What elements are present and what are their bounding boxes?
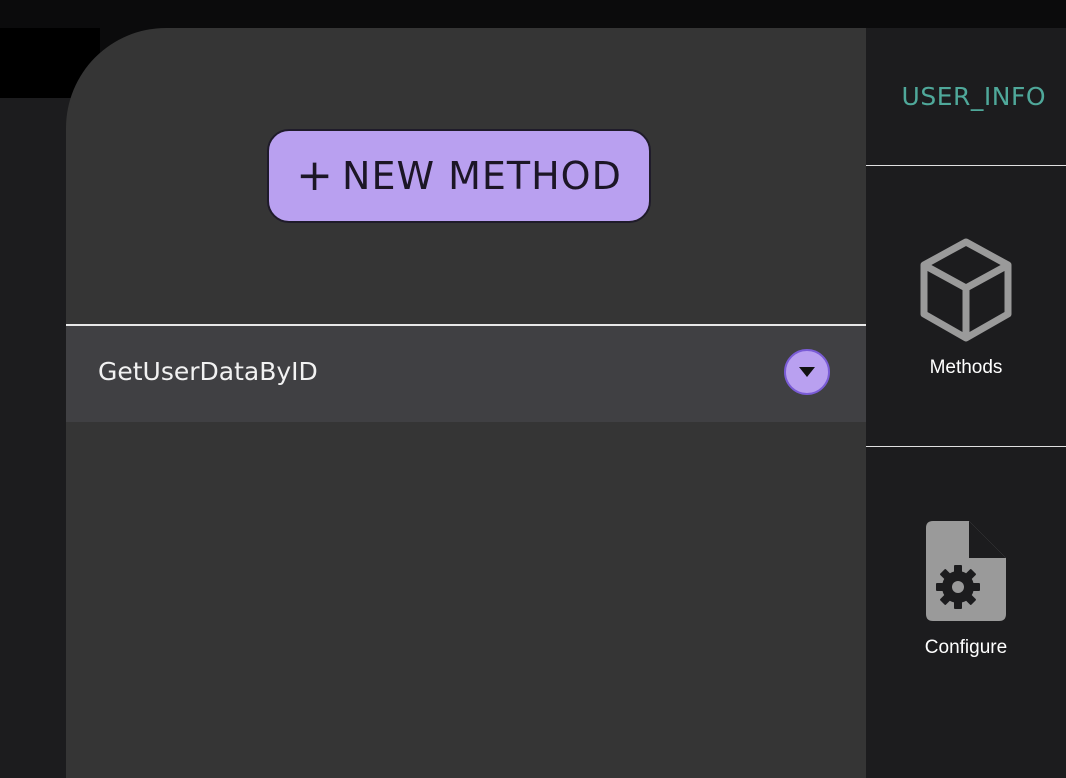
file-gear-icon <box>926 521 1006 621</box>
new-method-button[interactable]: + NEW METHOD <box>267 129 651 223</box>
service-name: USER_INFO <box>901 82 1046 111</box>
right-sidebar: USER_INFO Methods Configure <box>866 28 1066 778</box>
cube-icon <box>920 238 1012 342</box>
method-name: GetUserDataByID <box>98 357 318 386</box>
sidebar-title: USER_INFO <box>866 28 1066 166</box>
plus-icon: + <box>296 150 335 201</box>
sidebar-item-label: Configure <box>924 637 1008 658</box>
sidebar-item-label: Methods <box>929 357 1003 378</box>
new-method-label: NEW METHOD <box>342 154 622 198</box>
expand-method-button[interactable] <box>784 349 830 395</box>
sidebar-item-configure[interactable]: Configure <box>866 447 1066 727</box>
methods-panel: + NEW METHOD GetUserDataByID <box>66 28 866 778</box>
top-bar <box>0 0 1066 28</box>
method-list-item[interactable]: GetUserDataByID <box>66 326 866 422</box>
chevron-down-icon <box>799 367 815 377</box>
sidebar-item-methods[interactable]: Methods <box>866 167 1066 447</box>
